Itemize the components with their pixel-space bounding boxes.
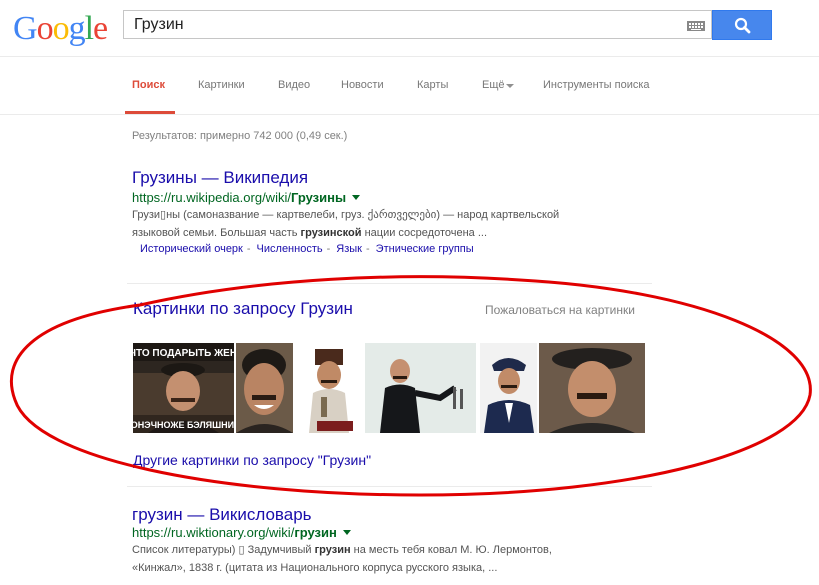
meme-caption-top: ЧТО ПОДАРЫТЬ ЖЕН — [133, 348, 234, 359]
result-title[interactable]: Грузины — Википедия — [132, 168, 308, 188]
caret-down-icon[interactable] — [342, 530, 351, 535]
result-url-prefix: https://ru.wiktionary.org/wiki/ — [132, 525, 295, 540]
logo-letter: g — [68, 10, 86, 47]
tab-more[interactable]: Ещё — [482, 79, 505, 91]
tab-maps[interactable]: Карты — [417, 79, 448, 91]
tab-video[interactable]: Видео — [278, 79, 310, 91]
image-thumbnail[interactable] — [236, 343, 293, 433]
snippet-line: языковой семьи. Большая часть грузинской… — [132, 227, 487, 239]
portrait-image — [295, 343, 363, 433]
result-title[interactable]: грузин — Викисловарь — [132, 505, 312, 525]
sitelink[interactable]: Исторический очерк — [140, 243, 243, 255]
snippet-line: «Кинжал», 1838 г. (цитата из Национально… — [132, 562, 498, 574]
report-images-link[interactable]: Пожаловаться на картинки — [485, 303, 635, 317]
search-input[interactable] — [134, 11, 674, 38]
tab-news[interactable]: Новости — [341, 79, 384, 91]
sitelinks: Исторический очерк - Численность - Язык - Этни… — [140, 243, 474, 255]
search-icon — [734, 17, 751, 34]
image-thumbnail[interactable] — [295, 343, 363, 433]
logo-letter: o — [36, 10, 54, 47]
chevron-down-icon[interactable] — [506, 84, 514, 88]
portrait-image: ЧТО ПОДАРЫТЬ ЖЕН КОНЭЧНОЖЕ БЭЛЯШНИЦ — [133, 343, 234, 433]
result-snippet: Грузи▯ны (самоназвание — картвелеби, гру… — [132, 206, 559, 242]
header-divider — [0, 56, 819, 57]
portrait-image — [236, 343, 293, 433]
meme-caption-bottom: КОНЭЧНОЖЕ БЭЛЯШНИЦ — [133, 420, 234, 430]
logo-letter: G — [13, 10, 38, 47]
search-box[interactable] — [123, 10, 712, 39]
result-snippet: Список литературы) ▯ Задумчивый грузин н… — [132, 541, 552, 577]
result-url[interactable]: https://ru.wikipedia.org/wiki/Грузины — [132, 190, 361, 205]
caret-down-icon[interactable] — [352, 195, 361, 200]
google-logo[interactable]: Google — [13, 10, 108, 48]
result-url-bold: Грузины — [290, 190, 347, 205]
image-thumbnail[interactable] — [365, 343, 476, 433]
nav-divider — [0, 114, 819, 115]
logo-letter: l — [84, 10, 95, 47]
tab-search[interactable]: Поиск — [132, 79, 165, 91]
portrait-image — [539, 343, 645, 433]
logo-letter: e — [93, 10, 108, 47]
section-divider — [127, 283, 652, 284]
snippet-line: Грузи▯ны (самоназвание — картвелеби, гру… — [132, 209, 560, 221]
tab-search-tools[interactable]: Инструменты поиска — [543, 79, 650, 91]
keyboard-icon[interactable] — [687, 21, 705, 31]
sitelink[interactable]: Этнические группы — [376, 243, 474, 255]
result-url-prefix: https://ru.wikipedia.org/wiki/ — [132, 190, 291, 205]
more-images-link[interactable]: Другие картинки по запросу "Грузин" — [133, 452, 371, 468]
sitelink[interactable]: Язык — [336, 243, 362, 255]
image-thumbnail[interactable] — [480, 343, 537, 433]
tab-images[interactable]: Картинки — [198, 79, 245, 91]
image-thumbnail[interactable] — [539, 343, 645, 433]
annotation-ellipse — [9, 275, 812, 497]
section-divider — [127, 486, 652, 487]
logo-letter: o — [52, 10, 70, 47]
image-thumbnail[interactable]: ЧТО ПОДАРЫТЬ ЖЕН КОНЭЧНОЖЕ БЭЛЯШНИЦ — [133, 343, 234, 433]
portrait-image — [365, 343, 476, 433]
snippet-line: Список литературы) ▯ Задумчивый грузин н… — [132, 544, 552, 556]
sitelink[interactable]: Численность — [257, 243, 323, 255]
portrait-image — [480, 343, 537, 433]
images-block-title[interactable]: Картинки по запросу Грузин — [133, 299, 353, 319]
result-stats: Результатов: примерно 742 000 (0,49 сек.… — [132, 130, 348, 142]
result-url-bold: грузин — [294, 525, 337, 540]
search-button[interactable] — [712, 10, 772, 40]
result-url[interactable]: https://ru.wiktionary.org/wiki/грузин — [132, 525, 351, 540]
